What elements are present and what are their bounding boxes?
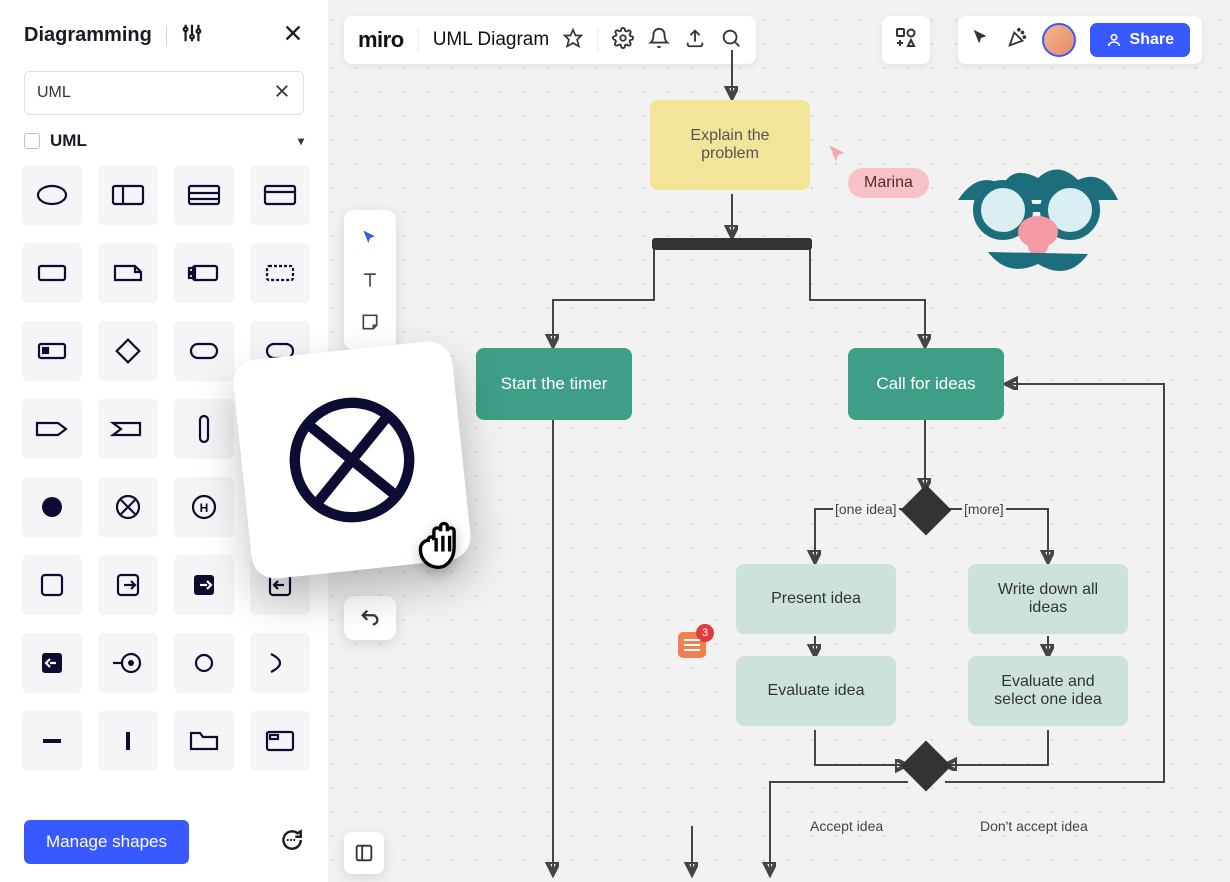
tool-select[interactable] bbox=[352, 222, 388, 254]
shape-vline[interactable] bbox=[98, 711, 158, 771]
shape-initial-state[interactable] bbox=[22, 477, 82, 537]
label-more: [more] bbox=[962, 501, 1006, 517]
shape-rounded-rect[interactable] bbox=[174, 321, 234, 381]
sidebar-header: Diagramming bbox=[0, 0, 328, 63]
shape-dashed-rect[interactable] bbox=[250, 243, 310, 303]
shape-diamond[interactable] bbox=[98, 321, 158, 381]
svg-text:H: H bbox=[200, 501, 209, 515]
shape-receive-signal[interactable] bbox=[98, 399, 158, 459]
shape-circle-x[interactable] bbox=[98, 477, 158, 537]
shape-history[interactable]: H bbox=[174, 477, 234, 537]
node-explain-problem[interactable]: Explain the problem bbox=[650, 100, 810, 190]
shape-pill-vert[interactable] bbox=[174, 399, 234, 459]
node-evaluate-idea[interactable]: Evaluate idea bbox=[736, 656, 896, 726]
remote-cursor-label: Marina bbox=[848, 168, 929, 198]
search-input[interactable] bbox=[37, 84, 273, 102]
remote-cursor-icon bbox=[825, 142, 851, 173]
node-call-ideas[interactable]: Call for ideas bbox=[848, 348, 1004, 420]
node-present-idea[interactable]: Present idea bbox=[736, 564, 896, 634]
tool-sticky[interactable] bbox=[352, 306, 388, 338]
category-uml[interactable]: UML ▾ bbox=[0, 129, 328, 165]
sticker-funny-glasses[interactable] bbox=[948, 160, 1128, 285]
shape-class-2col[interactable] bbox=[98, 165, 158, 225]
canvas[interactable]: Explain the problem Start the timer Call… bbox=[328, 0, 1230, 882]
shape-circle-small[interactable] bbox=[174, 633, 234, 693]
label-one-idea: [one idea] bbox=[833, 501, 899, 517]
shape-square-arrow-out[interactable] bbox=[98, 555, 158, 615]
shape-class-top[interactable] bbox=[250, 165, 310, 225]
chat-icon[interactable] bbox=[278, 827, 304, 858]
chevron-down-icon[interactable]: ▾ bbox=[298, 134, 304, 148]
sidebar-title: Diagramming bbox=[24, 24, 152, 47]
shape-send-signal[interactable] bbox=[22, 399, 82, 459]
shape-square-arrow-back-solid[interactable] bbox=[22, 633, 82, 693]
close-icon[interactable] bbox=[282, 22, 304, 49]
checkbox-icon[interactable] bbox=[24, 133, 40, 149]
node-evaluate-select[interactable]: Evaluate and select one idea bbox=[968, 656, 1128, 726]
sidebar-footer: Manage shapes bbox=[0, 806, 328, 882]
shape-ellipse[interactable] bbox=[22, 165, 82, 225]
shape-rect[interactable] bbox=[22, 243, 82, 303]
fork-bar[interactable] bbox=[652, 238, 812, 250]
shape-rect-dot[interactable] bbox=[22, 321, 82, 381]
undo-button[interactable] bbox=[344, 596, 396, 640]
clear-search-icon[interactable] bbox=[273, 82, 291, 105]
shape-circle-merge[interactable] bbox=[98, 633, 158, 693]
tool-text[interactable] bbox=[352, 264, 388, 296]
manage-shapes-button[interactable]: Manage shapes bbox=[24, 820, 189, 864]
frames-button[interactable] bbox=[344, 832, 384, 874]
divider bbox=[166, 26, 167, 46]
label-accept: Accept idea bbox=[808, 818, 885, 834]
shape-square-arrow-solid[interactable] bbox=[174, 555, 234, 615]
shape-component[interactable] bbox=[174, 243, 234, 303]
shape-hline[interactable] bbox=[22, 711, 82, 771]
sliders-icon[interactable] bbox=[181, 22, 203, 49]
label-dont-accept: Don't accept idea bbox=[978, 818, 1090, 834]
node-start-timer[interactable]: Start the timer bbox=[476, 348, 632, 420]
category-label: UML bbox=[50, 131, 87, 151]
shape-class-rows[interactable] bbox=[174, 165, 234, 225]
comment-count: 3 bbox=[696, 624, 714, 642]
vertical-toolbar bbox=[344, 210, 396, 350]
shape-note[interactable] bbox=[98, 243, 158, 303]
shape-search-box[interactable] bbox=[24, 71, 304, 115]
grab-cursor-icon bbox=[408, 502, 480, 579]
shape-square[interactable] bbox=[22, 555, 82, 615]
comment-thread[interactable]: 3 bbox=[678, 632, 706, 658]
node-write-down[interactable]: Write down all ideas bbox=[968, 564, 1128, 634]
shape-folder[interactable] bbox=[174, 711, 234, 771]
shape-window[interactable] bbox=[250, 711, 310, 771]
shape-arc[interactable] bbox=[250, 633, 310, 693]
